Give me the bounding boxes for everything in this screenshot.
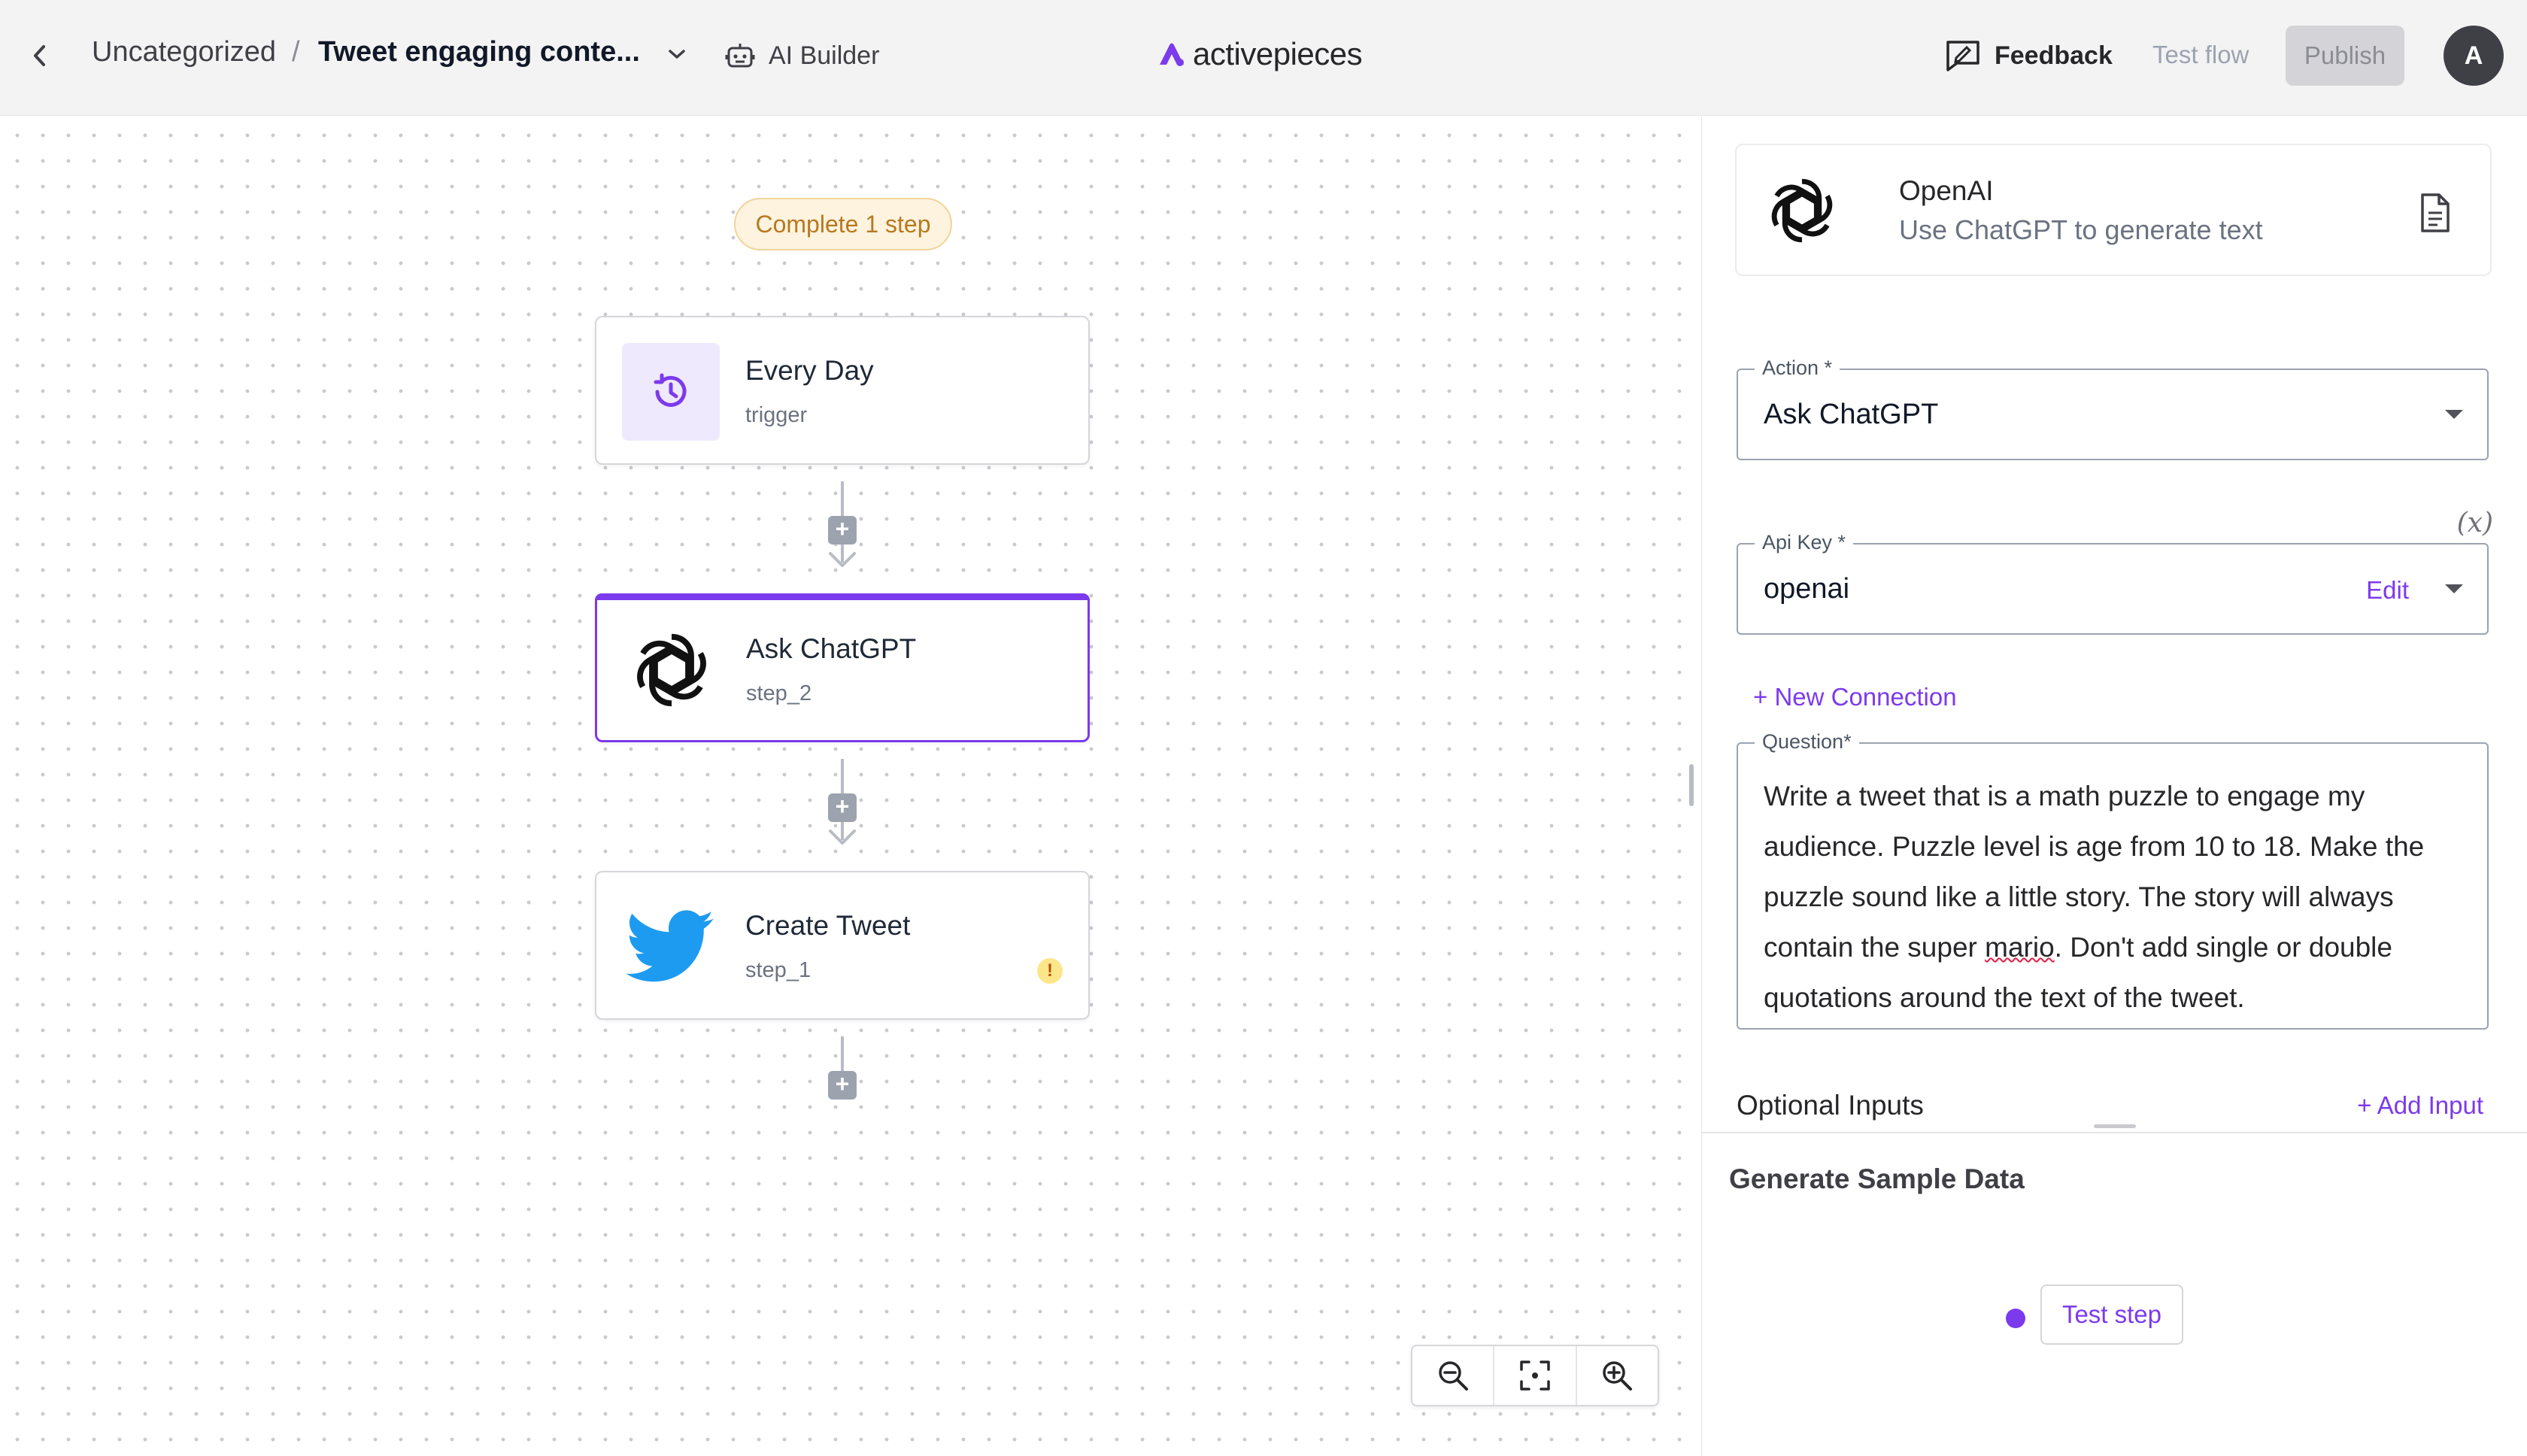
edit-connection-link[interactable]: Edit xyxy=(2366,576,2409,605)
chevron-left-icon xyxy=(34,45,45,66)
caret-down-icon[interactable] xyxy=(2445,410,2463,419)
new-connection-link[interactable]: + New Connection xyxy=(1753,683,1957,711)
openai-icon xyxy=(623,621,720,719)
twitter-icon xyxy=(622,898,720,996)
trigger-step-card[interactable]: Every Day trigger xyxy=(595,316,1090,465)
question-textarea[interactable]: Question* Write a tweet that is a math p… xyxy=(1737,730,2489,1030)
status-dot-icon xyxy=(2006,1309,2025,1328)
piece-description: Use ChatGPT to generate text xyxy=(1899,214,2263,245)
api-key-label: Api Key * xyxy=(1755,531,1854,554)
step-settings-panel: OpenAI Use ChatGPT to generate text Acti… xyxy=(1701,117,2527,1456)
test-flow-button[interactable]: Test flow xyxy=(2152,41,2249,69)
action-select[interactable]: Action * Ask ChatGPT xyxy=(1737,356,2489,460)
step-title: Every Day xyxy=(745,355,874,386)
feedback-button[interactable]: Feedback xyxy=(1945,33,2113,78)
sample-data-section: Generate Sample Data Test step xyxy=(1702,1124,2527,1456)
feedback-label: Feedback xyxy=(1995,41,2113,70)
robot-icon xyxy=(725,44,755,68)
ai-builder-label: AI Builder xyxy=(769,41,880,70)
step-name: trigger xyxy=(745,403,808,427)
test-step-button[interactable]: Test step xyxy=(2040,1285,2183,1345)
top-bar: Uncategorized / Tweet engaging conte... … xyxy=(0,0,2527,116)
add-step-button[interactable]: + xyxy=(828,1071,857,1100)
clock-icon xyxy=(622,343,720,441)
sample-data-title: Generate Sample Data xyxy=(1729,1163,2025,1194)
api-key-select[interactable]: Api Key * openai Edit xyxy=(1737,531,2489,635)
step-title: Ask ChatGPT xyxy=(746,633,917,664)
fit-view-button[interactable] xyxy=(1493,1346,1575,1405)
step-title: Create Tweet xyxy=(745,910,911,941)
chevron-down-icon xyxy=(669,50,685,59)
arrow-down-icon xyxy=(829,552,856,567)
zoom-in-button[interactable] xyxy=(1575,1346,1658,1405)
publish-button[interactable]: Publish xyxy=(2286,26,2404,86)
zoom-out-icon xyxy=(1438,1361,1468,1391)
action-value: Ask ChatGPT xyxy=(1764,399,1939,430)
zoom-controls xyxy=(1411,1345,1659,1406)
back-button[interactable] xyxy=(23,35,57,77)
piece-header: OpenAI Use ChatGPT to generate text xyxy=(1735,144,2492,276)
zoom-in-icon xyxy=(1603,1361,1633,1391)
optional-inputs-heading: Optional Inputs xyxy=(1737,1090,1924,1121)
focus-icon xyxy=(1520,1360,1550,1391)
step-name: step_1 xyxy=(745,958,811,982)
piece-name: OpenAI xyxy=(1899,175,1994,206)
action-label: Action * xyxy=(1755,356,1840,380)
add-input-link[interactable]: + Add Input xyxy=(2357,1091,2483,1120)
add-step-button[interactable]: + xyxy=(828,793,857,822)
api-key-value: openai xyxy=(1764,573,1850,605)
arrow-down-icon xyxy=(829,830,856,845)
brand-logo: activepieces xyxy=(1157,32,1363,77)
dynamic-value-toggle[interactable]: (x) xyxy=(2457,508,2493,538)
caret-down-icon[interactable] xyxy=(2445,584,2463,593)
add-step-button[interactable]: + xyxy=(828,516,857,544)
user-avatar[interactable]: A xyxy=(2444,26,2504,86)
misspelled-word: mario xyxy=(1985,932,2055,963)
ai-builder-button[interactable]: AI Builder xyxy=(725,33,879,78)
flow-menu-button[interactable] xyxy=(662,39,692,69)
tweet-step-card[interactable]: Create Tweet step_1 ! xyxy=(595,871,1090,1020)
openai-icon xyxy=(1771,178,1833,243)
section-resize-handle[interactable] xyxy=(2094,1124,2136,1128)
message-edit-icon xyxy=(1946,41,1979,71)
question-value: Write a tweet that is a math puzzle to e… xyxy=(1764,771,2471,1023)
chatgpt-step-card[interactable]: Ask ChatGPT step_2 xyxy=(595,593,1090,742)
zoom-out-button[interactable] xyxy=(1412,1346,1493,1405)
document-icon[interactable] xyxy=(2415,192,2454,234)
flow-canvas[interactable]: Complete 1 step Every Day trigger + Ask … xyxy=(0,117,1685,1456)
breadcrumb-folder[interactable]: Uncategorized xyxy=(92,36,276,68)
warning-icon: ! xyxy=(1037,958,1063,984)
question-label: Question* xyxy=(1755,730,1859,754)
step-name: step_2 xyxy=(746,681,812,705)
activepieces-logo-icon xyxy=(1160,43,1184,66)
breadcrumb-separator: / xyxy=(292,36,300,68)
brand-name: activepieces xyxy=(1193,36,1363,71)
panel-resize-handle[interactable] xyxy=(1689,764,1694,806)
flow-name[interactable]: Tweet engaging conte... xyxy=(318,36,640,68)
incomplete-steps-badge[interactable]: Complete 1 step xyxy=(734,198,952,250)
